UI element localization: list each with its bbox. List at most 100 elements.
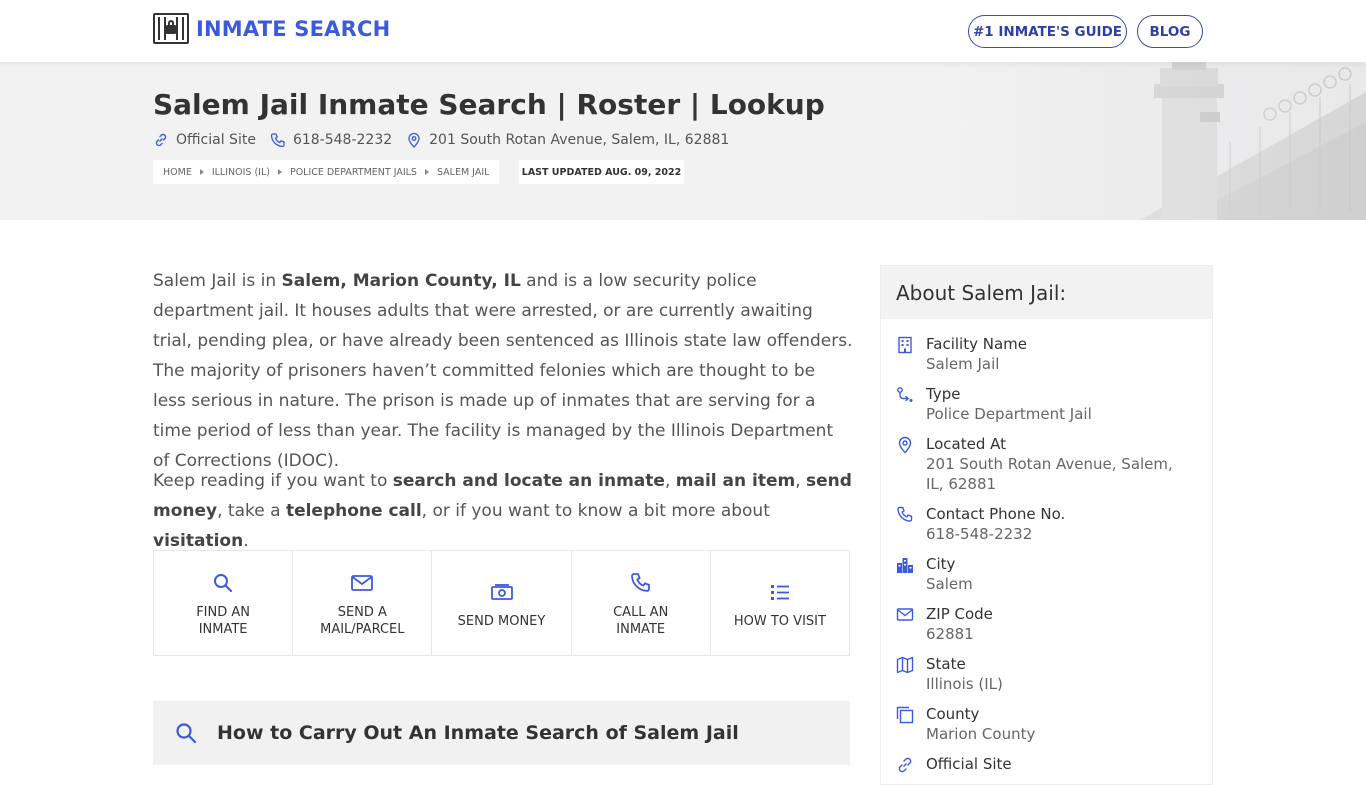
route-icon: [896, 384, 926, 424]
location-pin-icon: [408, 132, 420, 148]
about-key: Located At: [926, 435, 1006, 453]
phone-icon: [896, 504, 926, 544]
about-item-phone: Contact Phone No. 618-548-2232: [896, 504, 1186, 544]
about-item-official-site[interactable]: Official Site: [896, 754, 1186, 778]
mail-item-link[interactable]: mail an item: [676, 471, 795, 491]
address-text: 201 South Rotan Avenue, Salem, IL, 62881: [429, 132, 730, 148]
breadcrumb-current[interactable]: SALEM JAIL: [437, 167, 489, 178]
action-label: INMATE: [616, 622, 666, 637]
map-icon: [896, 654, 926, 694]
link-icon: [896, 754, 926, 778]
intro-text: , or if you want to know a bit more abou…: [421, 501, 770, 521]
about-heading: About Salem Jail:: [881, 266, 1212, 319]
address-item: 201 South Rotan Avenue, Salem, IL, 62881: [406, 132, 729, 148]
action-label: SEND A: [337, 605, 387, 620]
about-value: 618-548-2232: [926, 525, 1033, 543]
faq-inmate-search[interactable]: How to Carry Out An Inmate Search of Sal…: [153, 701, 850, 765]
phone-icon: [270, 133, 285, 148]
link-icon: [155, 133, 167, 147]
intro-text: and is a low security police department …: [153, 271, 853, 471]
intro-text: ,: [664, 471, 676, 491]
search-inmate-link[interactable]: search and locate an inmate: [393, 471, 665, 491]
visitation-link[interactable]: visitation: [153, 531, 243, 551]
list-icon: [769, 577, 791, 607]
about-facility-panel: About Salem Jail: Facility Name Salem Jai…: [880, 265, 1213, 785]
action-label: INMATE: [198, 622, 248, 637]
action-label: SEND MONEY: [457, 613, 546, 629]
intro-text: ,: [795, 471, 807, 491]
action-label: MAIL/PARCEL: [320, 622, 405, 637]
intro-location: Salem, Marion County, IL: [281, 271, 521, 291]
location-pin-icon: [896, 434, 926, 494]
call-inmate-action[interactable]: CALL AN INMATE: [572, 551, 711, 655]
about-value: Police Department Jail: [926, 405, 1092, 423]
city-icon: [896, 554, 926, 594]
copy-icon: [896, 704, 926, 744]
about-item-location: Located At 201 South Rotan Avenue, Salem,…: [896, 434, 1186, 494]
facility-meta-row: Official Site 618-548-2232 201 South Rot…: [153, 130, 743, 150]
intro-paragraph: Salem Jail is in Salem, Marion County, I…: [153, 266, 853, 476]
about-key: Contact Phone No.: [926, 505, 1066, 523]
about-item-zip: ZIP Code 62881: [896, 604, 1186, 644]
how-to-visit-action[interactable]: HOW TO VISIT: [711, 551, 849, 655]
breadcrumb-state[interactable]: ILLINOIS (IL): [212, 167, 270, 178]
about-value: 201 South Rotan Avenue, Salem, IL, 62881: [926, 455, 1173, 493]
about-item-facility-name: Facility Name Salem Jail: [896, 334, 1186, 374]
action-label: FIND AN: [196, 605, 250, 620]
about-key: County: [926, 705, 980, 723]
send-money-action[interactable]: SEND MONEY: [432, 551, 572, 655]
faq-question: How to Carry Out An Inmate Search of Sal…: [217, 722, 739, 744]
prison-tower-illustration: [940, 62, 1366, 220]
search-icon: [176, 723, 197, 744]
quick-actions: FIND AN INMATE SEND A MAIL/PARCEL SEND MON…: [153, 550, 850, 656]
about-value: Illinois (IL): [926, 675, 1003, 693]
breadcrumb-separator-icon: [277, 169, 282, 175]
about-key: State: [926, 655, 966, 673]
about-item-city: City Salem: [896, 554, 1186, 594]
building-icon: [896, 334, 926, 374]
blog-button[interactable]: BLOG: [1137, 15, 1203, 48]
breadcrumb-separator-icon: [199, 169, 204, 175]
about-item-county: County Marion County: [896, 704, 1186, 744]
official-site-label: Official Site: [176, 132, 256, 148]
intro-text: Keep reading if you want to: [153, 471, 393, 491]
about-value: 62881: [926, 625, 974, 643]
phone-icon: [630, 568, 652, 598]
about-key: Official Site: [926, 755, 1012, 773]
about-key: ZIP Code: [926, 605, 993, 623]
intro-links-paragraph: Keep reading if you want to search and l…: [153, 466, 853, 556]
about-key: Facility Name: [926, 335, 1027, 353]
action-label: HOW TO VISIT: [733, 613, 826, 629]
last-updated-badge: LAST UPDATED AUG. 09, 2022: [519, 160, 684, 184]
mail-icon: [896, 604, 926, 644]
jail-logo-icon: [153, 13, 189, 44]
intro-text: Salem Jail is in: [153, 271, 282, 291]
about-item-state: State Illinois (IL): [896, 654, 1186, 694]
action-label: CALL AN: [613, 605, 669, 620]
about-value: Marion County: [926, 725, 1036, 743]
about-key: City: [926, 555, 956, 573]
breadcrumb-category[interactable]: POLICE DEPARTMENT JAILS: [290, 167, 417, 178]
mail-icon: [350, 568, 374, 598]
find-inmate-action[interactable]: FIND AN INMATE: [154, 551, 294, 655]
page-title: Salem Jail Inmate Search | Roster | Look…: [153, 88, 825, 121]
about-value: Salem: [926, 575, 973, 593]
breadcrumb-home[interactable]: HOME: [163, 167, 192, 178]
inmates-guide-button[interactable]: #1 INMATE'S GUIDE: [968, 15, 1127, 48]
search-icon: [212, 568, 234, 598]
phone-link[interactable]: 618-548-2232: [270, 132, 392, 148]
breadcrumb: HOME ILLINOIS (IL) POLICE DEPARTMENT JAI…: [153, 160, 500, 184]
site-name: INMATE SEARCH: [196, 16, 391, 41]
about-value: Salem Jail: [926, 355, 1000, 373]
send-mail-action[interactable]: SEND A MAIL/PARCEL: [293, 551, 433, 655]
about-key: Type: [926, 385, 961, 403]
intro-text: , take a: [217, 501, 286, 521]
about-item-type: Type Police Department Jail: [896, 384, 1186, 424]
phone-number: 618-548-2232: [292, 132, 393, 148]
intro-text: .: [243, 531, 249, 551]
breadcrumb-separator-icon: [424, 169, 429, 175]
official-site-link[interactable]: Official Site: [153, 132, 256, 148]
telephone-call-link[interactable]: telephone call: [286, 501, 422, 521]
money-icon: [490, 577, 514, 607]
site-logo[interactable]: INMATE SEARCH: [153, 13, 390, 44]
